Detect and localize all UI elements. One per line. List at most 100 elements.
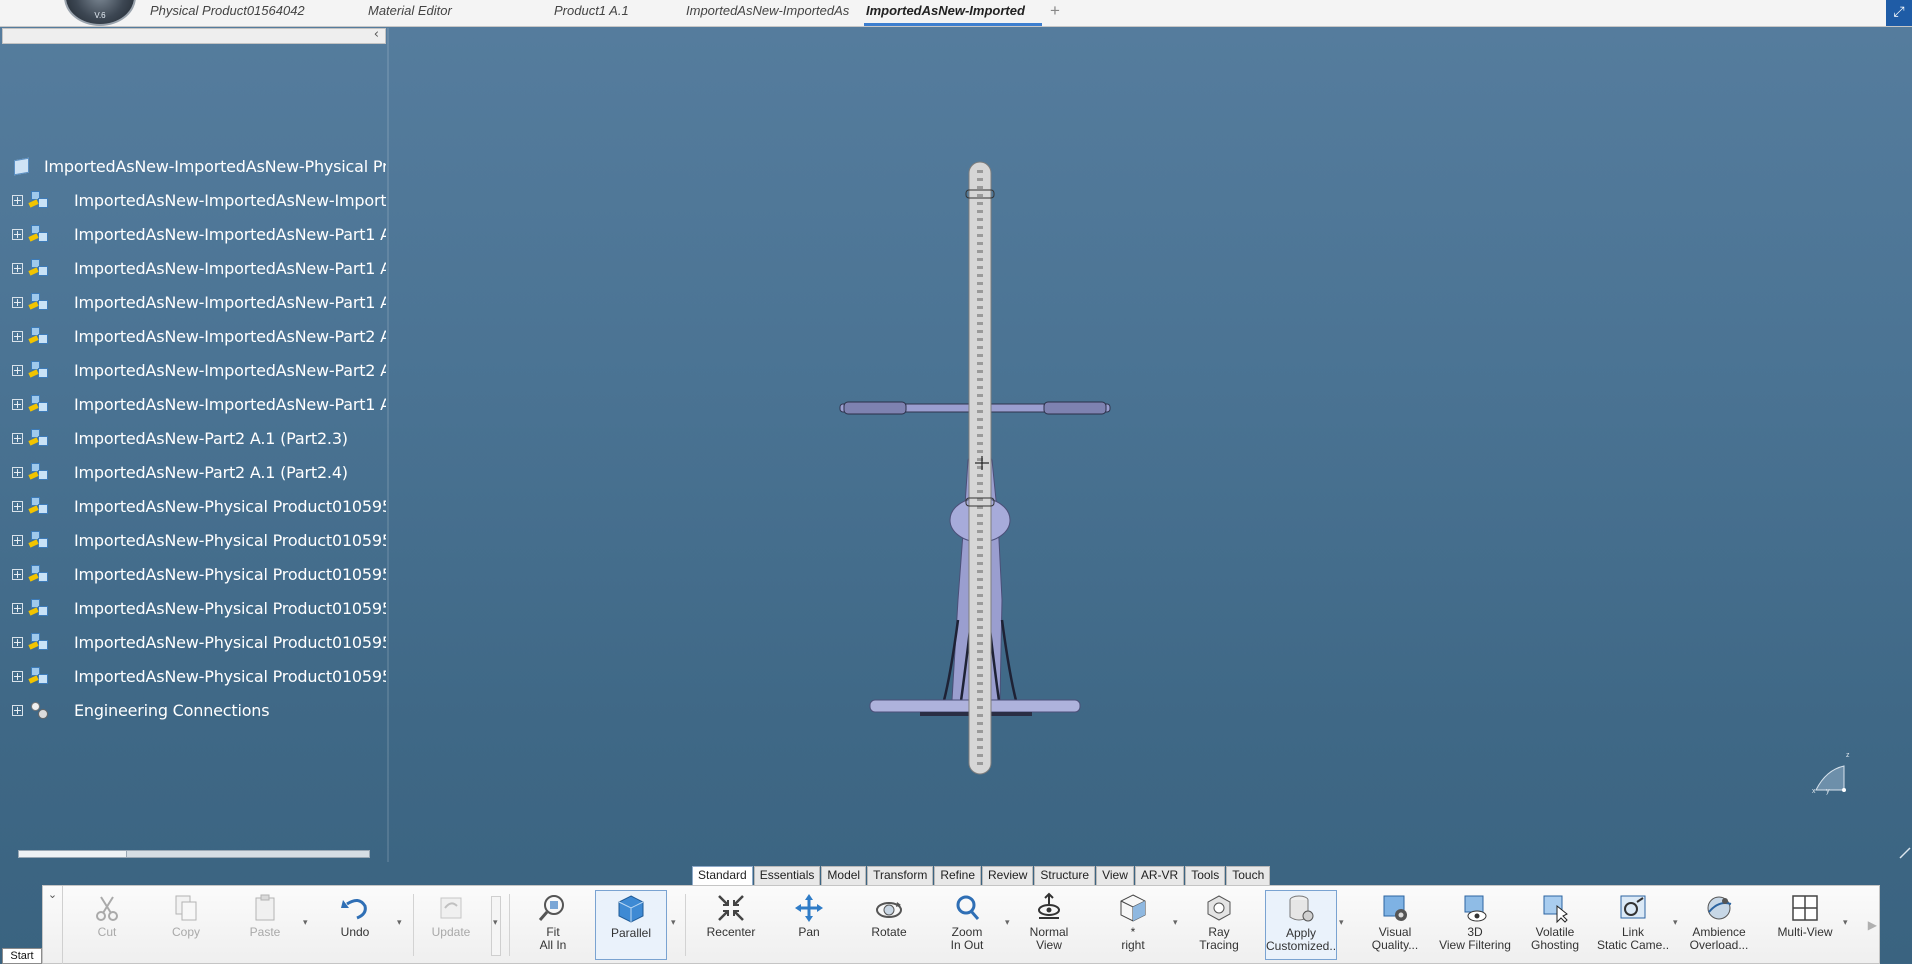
tab-structure[interactable]: Structure — [1034, 866, 1096, 885]
recenter-button[interactable]: Recenter — [695, 890, 767, 960]
start-button[interactable]: Start — [2, 948, 42, 964]
cut-button[interactable]: Cut — [71, 890, 143, 960]
tree-item[interactable]: ImportedAsNew-ImportedAsNew-Part1 A — [12, 288, 386, 316]
tab-review[interactable]: Review — [982, 866, 1034, 885]
expand-icon[interactable] — [12, 704, 23, 716]
tree-item[interactable]: ImportedAsNew-ImportedAsNew-Part1 A — [12, 220, 386, 248]
tree-item[interactable]: ImportedAsNew-ImportedAsNew-Part2 A — [12, 356, 386, 384]
undo-dropdown-icon[interactable]: ▾ — [397, 918, 402, 928]
tree-item[interactable]: ImportedAsNew-Physical Product0105954 — [12, 492, 386, 520]
ambience-icon — [1707, 896, 1732, 920]
expand-icon[interactable] — [12, 636, 23, 648]
3d-view-filtering-button[interactable]: 3D View Filtering — [1439, 890, 1511, 960]
ambience-overload-button[interactable]: Ambience Overload... — [1683, 890, 1755, 960]
tree-item[interactable]: ImportedAsNew-ImportedAsNew-Import — [12, 186, 386, 214]
parallel-button[interactable]: Parallel — [595, 890, 667, 960]
expand-icon[interactable] — [12, 602, 23, 614]
expand-icon[interactable] — [12, 330, 23, 342]
panel-divider[interactable] — [387, 28, 389, 862]
toolbar-expander-icon[interactable]: ⌄ — [43, 886, 63, 964]
tree-item[interactable]: ImportedAsNew-Physical Product0105954 — [12, 594, 386, 622]
tree-item[interactable]: ImportedAsNew-ImportedAsNew-Part1 A — [12, 390, 386, 418]
view-dropdown-icon[interactable]: ▾ — [1173, 918, 1178, 928]
fit-all-in-button[interactable]: Fit All In — [517, 890, 589, 960]
tree-item[interactable]: ImportedAsNew-ImportedAsNew-Part1 A — [12, 254, 386, 282]
copy-button[interactable]: Copy — [150, 890, 222, 960]
tab-touch[interactable]: Touch — [1226, 866, 1271, 885]
expand-icon[interactable] — [12, 466, 23, 478]
multi-view-button[interactable]: Multi-View — [1769, 890, 1841, 960]
tree-item[interactable]: ImportedAsNew-Part2 A.1 (Part2.4) — [12, 458, 348, 486]
apply-customized-dropdown-icon[interactable]: ▾ — [1339, 918, 1344, 928]
tab-tools[interactable]: Tools — [1185, 866, 1226, 885]
tree-item[interactable]: ImportedAsNew-Part2 A.1 (Part2.3) — [12, 424, 348, 452]
tab-ar-vr[interactable]: AR-VR — [1134, 866, 1185, 885]
link-static-camera-button[interactable]: Link Static Came... — [1597, 890, 1669, 960]
tab-refine[interactable]: Refine — [934, 866, 982, 885]
tab-product1[interactable]: Product1 A.1 — [554, 0, 654, 26]
volatile-ghosting-button[interactable]: Volatile Ghosting — [1519, 890, 1591, 960]
add-tab-button[interactable]: + — [1050, 1, 1060, 21]
tree-root[interactable]: ImportedAsNew-ImportedAsNew-Physical Pr — [12, 152, 386, 180]
tab-material-editor[interactable]: Material Editor — [368, 0, 488, 26]
tab-essentials[interactable]: Essentials — [753, 866, 821, 885]
parallel-dropdown-icon[interactable]: ▾ — [671, 918, 676, 928]
compass-axes-icon[interactable] — [1810, 756, 1850, 796]
link-camera-dropdown-icon[interactable]: ▾ — [1673, 918, 1678, 928]
paste-dropdown-icon[interactable]: ▾ — [303, 918, 308, 928]
product-icon — [28, 326, 51, 346]
tree-item-engineering-connections[interactable]: Engineering Connections — [12, 696, 270, 722]
update-icon — [440, 897, 462, 919]
tab-importedasnew-1[interactable]: ImportedAsNew-ImportedAs — [686, 0, 860, 26]
tree-horizontal-scrollbar[interactable] — [18, 850, 370, 858]
ray-tracing-button[interactable]: Ray Tracing — [1183, 890, 1255, 960]
normal-view-button[interactable]: Normal View — [1013, 890, 1085, 960]
collapse-tree-icon[interactable]: ‹ — [374, 27, 379, 42]
tab-physical-product[interactable]: Physical Product01564042 — [150, 0, 330, 26]
rotate-button[interactable]: Rotate — [853, 890, 925, 960]
tree-item[interactable]: ImportedAsNew-Physical Product0105954 — [12, 526, 386, 554]
expand-icon[interactable] — [12, 670, 23, 682]
app-compass-logo[interactable]: V.6 — [64, 0, 136, 26]
update-button[interactable]: Update — [415, 890, 487, 960]
update-dropdown-icon[interactable]: ▾ — [493, 918, 498, 928]
apply-customized-button[interactable]: Apply Customized... — [1265, 890, 1337, 960]
tab-transform[interactable]: Transform — [867, 866, 934, 885]
tree-item[interactable]: ImportedAsNew-Physical Product0105954 — [12, 560, 386, 588]
tree-item[interactable]: ImportedAsNew-ImportedAsNew-Part2 A — [12, 322, 386, 350]
toolbar-scroll-right-icon[interactable]: ▶ — [1868, 918, 1877, 932]
expand-icon[interactable] — [12, 398, 23, 410]
tree-collapse-bar[interactable]: ‹ — [2, 27, 386, 44]
tab-standard[interactable]: Standard — [692, 866, 753, 885]
zoom-dropdown-icon[interactable]: ▾ — [1005, 918, 1010, 928]
3d-model-viewport[interactable] — [830, 160, 1130, 780]
tab-view[interactable]: View — [1096, 866, 1134, 885]
visual-quality-button[interactable]: Visual Quality... — [1359, 890, 1431, 960]
undo-button[interactable]: Undo — [319, 890, 391, 960]
tab-model[interactable]: Model — [821, 866, 867, 885]
expand-icon[interactable] — [12, 228, 23, 240]
pan-button[interactable]: Pan — [773, 890, 845, 960]
expand-icon[interactable] — [12, 364, 23, 376]
tree-item-label: ImportedAsNew-ImportedAsNew-Part1 A — [74, 258, 386, 278]
paste-button[interactable]: Paste — [229, 890, 301, 960]
expand-icon[interactable] — [12, 568, 23, 580]
tree-item[interactable]: ImportedAsNew-Physical Product0105954 — [12, 662, 386, 690]
maximize-icon[interactable]: ⤢ — [1886, 0, 1912, 26]
expand-icon[interactable] — [12, 432, 23, 444]
expand-icon[interactable] — [12, 500, 23, 512]
apply-customized-icon — [1289, 895, 1314, 922]
link-camera-icon — [1620, 895, 1646, 919]
expand-icon[interactable] — [12, 534, 23, 546]
view-right-button[interactable]: * right — [1097, 890, 1169, 960]
tree-item-label: ImportedAsNew-ImportedAsNew-Part1 A — [74, 224, 386, 244]
expand-icon[interactable] — [12, 262, 23, 274]
zoom-in-out-button[interactable]: Zoom In Out — [931, 890, 1003, 960]
multi-view-dropdown-icon[interactable]: ▾ — [1843, 918, 1848, 928]
resize-corner-icon[interactable] — [1898, 846, 1912, 860]
tree-item[interactable]: ImportedAsNew-Physical Product0105954 — [12, 628, 386, 656]
expand-icon[interactable] — [12, 194, 23, 206]
scrollbar-thumb[interactable] — [19, 851, 127, 857]
expand-icon[interactable] — [12, 296, 23, 308]
tab-importedasnew-active[interactable]: ImportedAsNew-Imported — [864, 0, 1042, 26]
